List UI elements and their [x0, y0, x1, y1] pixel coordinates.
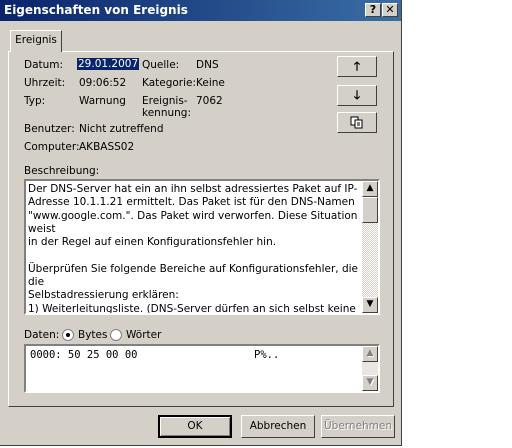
- date-label: Datum:: [24, 59, 64, 71]
- scroll-thumb[interactable]: [362, 197, 378, 223]
- window-title: Eigenschaften von Ereignis: [4, 3, 188, 17]
- type-label: Typ:: [24, 95, 46, 107]
- date-value[interactable]: 29.01.2007: [77, 58, 140, 70]
- source-value: DNS: [196, 59, 219, 71]
- data-label: Daten:: [24, 329, 60, 341]
- bytes-label[interactable]: Bytes: [78, 329, 107, 341]
- event-id-label-line1: Ereignis-: [142, 95, 188, 107]
- next-event-button[interactable]: 🡓: [337, 85, 377, 106]
- category-label: Kategorie:: [142, 77, 197, 89]
- event-properties-window: Eigenschaften von Ereignis ? ✕ Ereignis …: [0, 0, 402, 446]
- time-label: Uhrzeit:: [24, 77, 66, 89]
- help-button[interactable]: ?: [365, 3, 381, 17]
- category-value: Keine: [196, 77, 225, 89]
- bytes-radio[interactable]: [62, 329, 74, 341]
- description-scrollbar[interactable]: ▲ ▼: [362, 181, 378, 313]
- ascii-data: P%..: [254, 349, 280, 361]
- computer-label: Computer:: [24, 141, 80, 153]
- words-label[interactable]: Wörter: [126, 329, 161, 341]
- cancel-button[interactable]: Abbrechen: [241, 415, 315, 438]
- previous-event-button[interactable]: 🡑: [337, 56, 377, 77]
- data-scroll-up-arrow-icon: ▲: [362, 346, 378, 362]
- arrow-down-icon: 🡓: [353, 88, 361, 102]
- type-value: Warnung: [79, 95, 126, 107]
- copy-icon: [350, 116, 363, 129]
- user-label: Benutzer:: [24, 123, 75, 135]
- computer-value: AKBASS02: [79, 141, 135, 153]
- data-scroll-down-arrow-icon: ▼: [362, 375, 378, 391]
- scroll-up-arrow-icon[interactable]: ▲: [362, 181, 378, 197]
- description-label: Beschreibung:: [24, 165, 100, 177]
- title-bar[interactable]: Eigenschaften von Ereignis ? ✕: [0, 0, 401, 21]
- description-textbox[interactable]: Der DNS-Server hat ein an ihn selbst adr…: [24, 179, 380, 315]
- time-value: 09:06:52: [79, 77, 127, 89]
- close-button[interactable]: ✕: [382, 3, 398, 17]
- ok-button[interactable]: OK: [158, 415, 232, 438]
- hex-data: 0000: 50 25 00 00: [30, 349, 138, 361]
- user-value: Nicht zutreffend: [79, 123, 164, 135]
- event-id-value: 7062: [196, 95, 223, 107]
- data-scrollbar: ▲ ▼: [362, 346, 378, 391]
- data-textbox[interactable]: 0000: 50 25 00 00 P%.. ▲ ▼: [24, 344, 380, 393]
- event-id-label-line2: kennung:: [142, 107, 191, 119]
- apply-button[interactable]: Übernehmen: [321, 415, 395, 438]
- scroll-down-arrow-icon[interactable]: ▼: [362, 297, 378, 313]
- arrow-up-icon: 🡑: [353, 59, 361, 73]
- words-radio[interactable]: [110, 329, 122, 341]
- source-label: Quelle:: [142, 59, 180, 71]
- copy-button[interactable]: [337, 112, 377, 133]
- tab-ereignis[interactable]: Ereignis: [10, 30, 62, 52]
- description-text: Der DNS-Server hat ein an ihn selbst adr…: [28, 183, 358, 315]
